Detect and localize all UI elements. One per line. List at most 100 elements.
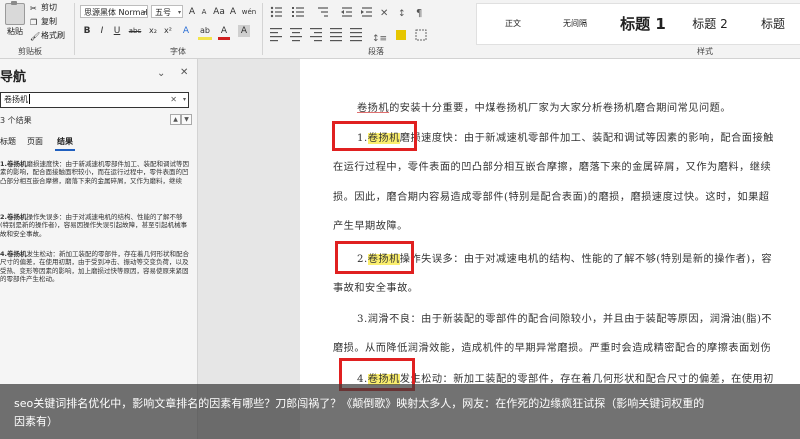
- chinese-layout-icon[interactable]: ✕: [380, 8, 388, 19]
- distributed-icon[interactable]: [350, 28, 362, 42]
- pilcrow-icon[interactable]: ¶: [416, 8, 422, 19]
- caption-line-1: seo关键词排名优化中，影响文章排名的因素有哪些？刀郎闯祸了？《颠倒歌》映射太多…: [14, 397, 705, 410]
- text-caret: [29, 94, 30, 104]
- caption-overlay: seo关键词排名优化中，影响文章排名的因素有哪些？刀郎闯祸了？《颠倒歌》映射太多…: [0, 384, 800, 439]
- doc-intro: 卷扬机的安装十分重要，中煤卷扬机厂家为大家分析卷扬机磨合期间常见问题。: [357, 99, 731, 114]
- multilevel-list-icon[interactable]: [318, 7, 328, 17]
- cut-button[interactable]: ✂ 剪切: [30, 2, 57, 14]
- format-painter-label: 格式刷: [41, 31, 65, 40]
- align-left-icon[interactable]: [270, 28, 282, 42]
- paragraph-tools: ✕ ↕ ¶ ↕≡: [270, 6, 427, 44]
- copy-label: 复制: [41, 17, 57, 26]
- decrease-indent-icon[interactable]: [341, 7, 352, 17]
- italic-button[interactable]: I: [97, 25, 107, 37]
- item-text: 磨损速度快：由于新减速机零部件加工、装配和调试等因素的影响，配合面接触: [399, 133, 774, 144]
- subscript-button[interactable]: x₂: [147, 25, 159, 37]
- line-spacing-icon[interactable]: ↕≡: [372, 34, 387, 44]
- previous-result-button[interactable]: ▲: [170, 114, 181, 125]
- font-group-label: 字体: [170, 47, 186, 56]
- font-family-select[interactable]: 思源黑体 Normal ▾: [80, 5, 148, 18]
- justify-icon[interactable]: [330, 28, 342, 42]
- change-case-button[interactable]: Aa: [212, 6, 226, 18]
- superscript-button[interactable]: x²: [162, 25, 174, 37]
- phonetic-guide-button[interactable]: wén: [241, 6, 257, 18]
- text-effects-button[interactable]: A: [180, 25, 192, 37]
- copy-icon: ❐: [30, 18, 38, 27]
- nav-search-input[interactable]: 卷扬机 ✕ ▾: [0, 92, 189, 108]
- bold-button[interactable]: B: [82, 25, 92, 37]
- doc-item-1-line-1: 1.卷扬机磨损速度快：由于新减速机零部件加工、装配和调试等因素的影响，配合面接触: [357, 129, 774, 144]
- doc-item-3-line-2: 磨损。从而降低润滑效能，造成机件的早期异常磨损。严重时会造成精密配合的摩擦表面划…: [333, 343, 772, 354]
- char-shading-button[interactable]: A: [238, 25, 250, 37]
- paste-label: 粘贴: [7, 27, 23, 36]
- clear-search-icon[interactable]: ✕: [170, 93, 177, 107]
- align-center-icon[interactable]: [290, 28, 302, 42]
- bullets-icon[interactable]: [270, 6, 282, 18]
- doc-item-3-line-1: 3.润滑不良：由于新装配的零部件的配合间隙较小，并且由于装配等原因，润滑油(脂)…: [357, 314, 773, 325]
- format-painter-button[interactable]: 🖌格式刷: [30, 30, 65, 42]
- chevron-down-icon: ▾: [142, 9, 146, 16]
- chevron-down-icon[interactable]: ⌄: [157, 68, 165, 79]
- strikethrough-button[interactable]: abc: [127, 25, 143, 37]
- sort-icon[interactable]: ↕: [398, 9, 406, 19]
- font-size-select[interactable]: 五号 ▾: [151, 5, 183, 18]
- chevron-down-icon[interactable]: ▾: [183, 93, 186, 107]
- style-no-spacing[interactable]: 无间隔: [555, 7, 595, 41]
- clear-format-button[interactable]: A: [228, 6, 238, 18]
- clipboard-group-label: 剪贴板: [18, 47, 42, 56]
- tab-headings[interactable]: 标题: [0, 136, 16, 147]
- style-heading-1[interactable]: 标题 1: [613, 7, 673, 41]
- active-tab-indicator: [55, 149, 75, 151]
- search-result-item[interactable]: 4.卷扬机发生松动：新加工装配的零部件，存在着几何形状和配合尺寸的偏差，在使用初…: [0, 250, 190, 284]
- item-text: 操作失误多：由于对减速电机的结构、性能的了解不够(特别是新的操作者)，容: [399, 254, 773, 265]
- chevron-down-icon: ▾: [177, 9, 181, 16]
- ribbon: 粘贴 ✂ 剪切 ❐ 复制 🖌格式刷 剪贴板 思源黑体 Normal ▾ 五号 ▾ A A…: [0, 0, 800, 59]
- align-right-icon[interactable]: [310, 28, 322, 42]
- shrink-font-button[interactable]: A: [199, 6, 209, 18]
- grow-font-button[interactable]: A: [187, 6, 197, 18]
- highlight-button[interactable]: ab: [198, 25, 212, 40]
- styles-group-label: 样式: [697, 47, 713, 56]
- increase-indent-icon[interactable]: [361, 7, 372, 17]
- tab-results[interactable]: 结果: [57, 136, 73, 147]
- result-keyword: 1.卷扬机: [0, 160, 27, 168]
- close-icon[interactable]: ✕: [180, 67, 188, 78]
- font-family-value: 思源黑体 Normal: [84, 8, 148, 17]
- divider: [262, 3, 263, 55]
- result-snippet: 操作失误多：由于对减速电机的结构、性能的了解不够(特别是新的操作者)，容易因操作…: [0, 213, 188, 238]
- scissors-icon: ✂: [30, 4, 37, 13]
- next-result-button[interactable]: ▼: [181, 114, 192, 125]
- paragraph-group-label: 段落: [368, 47, 384, 56]
- font-size-value: 五号: [155, 8, 171, 17]
- style-title[interactable]: 标题: [753, 7, 793, 41]
- doc-item-1-line-4: 产生早期故障。: [333, 221, 408, 232]
- search-result-item[interactable]: 1.卷扬机磨损速度快：由于新减速机零部件加工、装配和调试等因素的影响，配合面接触…: [0, 160, 190, 185]
- style-normal[interactable]: 正文: [495, 7, 531, 41]
- styles-gallery: 正文 无间隔 标题 1 标题 2 标题: [476, 3, 800, 45]
- cut-label: 剪切: [41, 3, 57, 12]
- paste-button[interactable]: 粘贴: [2, 1, 28, 44]
- annotation-box: [335, 241, 414, 274]
- doc-item-4-line-1: 4.卷扬机发生松动：新加工装配的零部件，存在着几何形状和配合尺寸的偏差，在使用初: [357, 370, 774, 385]
- shading-icon[interactable]: [396, 30, 406, 40]
- caption-line-2: 因素有）: [14, 415, 58, 428]
- result-snippet: 发生松动：新加工装配的零部件，存在着几何形状和配合尺寸的偏差，在使用初期，由于受…: [0, 250, 189, 284]
- search-value: 卷扬机: [4, 95, 28, 104]
- font-color-button[interactable]: A: [218, 25, 230, 40]
- clipboard-icon: [5, 1, 25, 25]
- result-keyword: 4.卷扬机: [0, 250, 27, 258]
- underline-button[interactable]: U: [112, 25, 122, 37]
- tab-pages[interactable]: 页面: [27, 136, 43, 147]
- doc-item-2-line-2: 事故和安全事故。: [333, 283, 419, 294]
- style-heading-2[interactable]: 标题 2: [683, 7, 737, 41]
- numbering-icon[interactable]: [292, 7, 304, 17]
- result-count: 3 个结果: [0, 116, 32, 125]
- copy-button[interactable]: ❐ 复制: [30, 16, 57, 28]
- result-keyword: 2.卷扬机: [0, 213, 27, 221]
- doc-item-2-line-1: 2.卷扬机操作失误多：由于对减速电机的结构、性能的了解不够(特别是新的操作者)，…: [357, 250, 772, 265]
- search-result-item[interactable]: 2.卷扬机操作失误多：由于对减速电机的结构、性能的了解不够(特别是新的操作者)，…: [0, 213, 190, 238]
- doc-item-1-line-2: 在运行过程中，零件表面的凹凸部分相互嵌合摩擦，磨落下来的金属碎屑，又作为磨料，继…: [333, 162, 772, 173]
- divider: [74, 3, 75, 55]
- annotation-box: [332, 121, 417, 151]
- borders-icon[interactable]: [415, 29, 427, 41]
